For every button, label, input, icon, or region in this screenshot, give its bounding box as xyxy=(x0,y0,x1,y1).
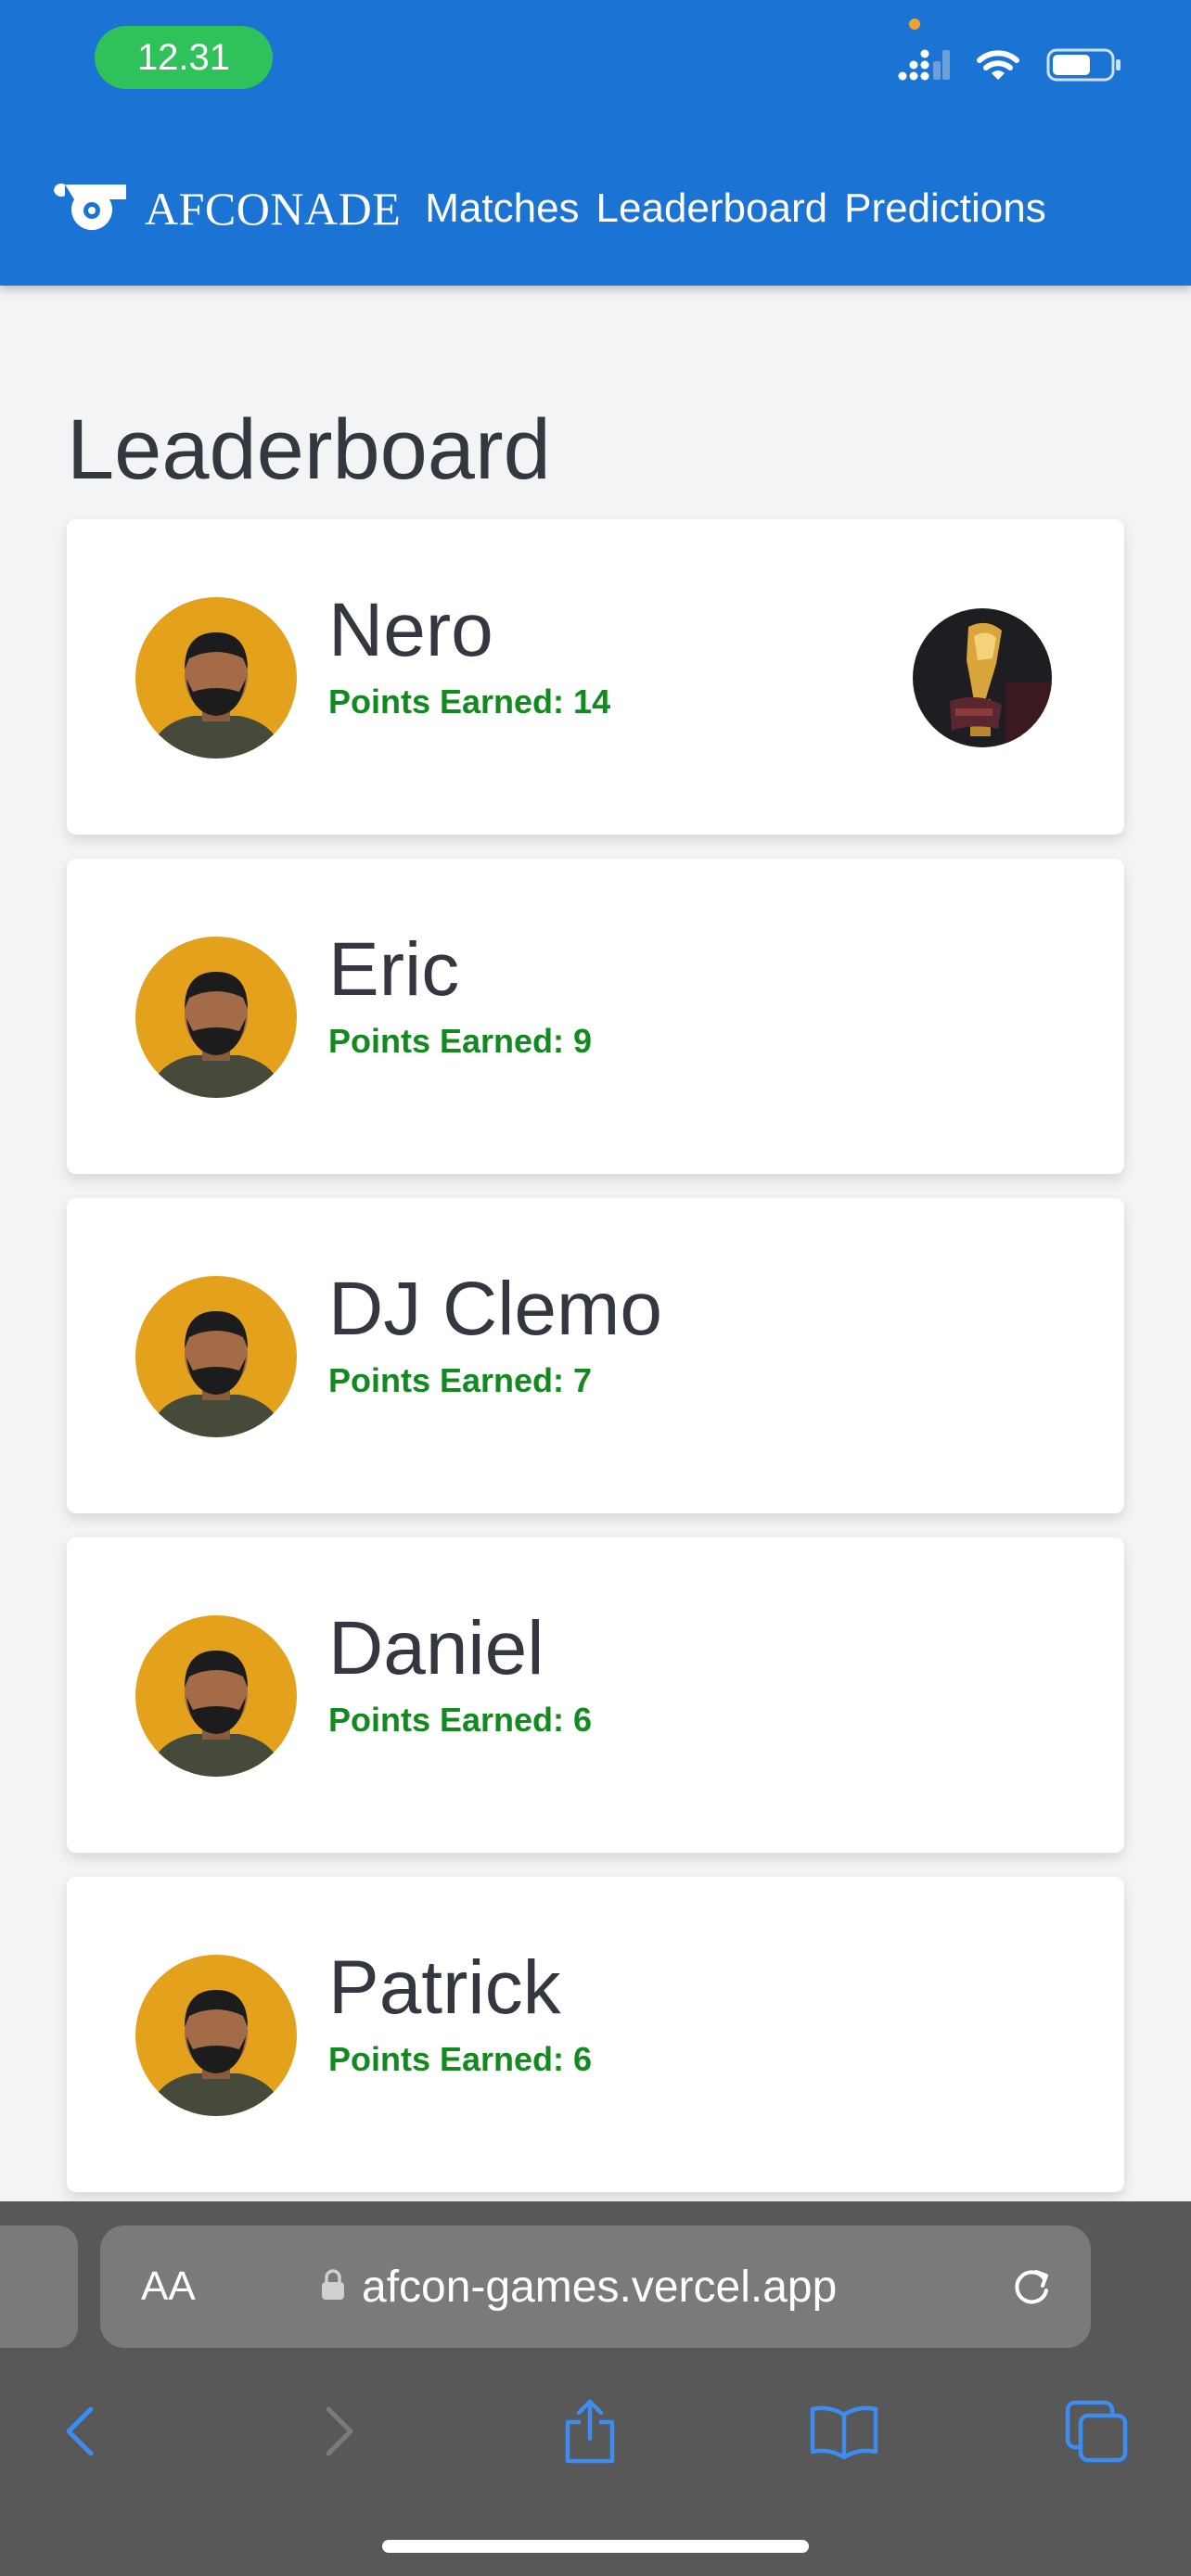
player-name: Patrick xyxy=(328,1945,561,2030)
points-earned: Points Earned: 6 xyxy=(328,1701,592,1740)
points-value: 6 xyxy=(573,1701,593,1739)
share-icon[interactable] xyxy=(553,2394,627,2468)
points-label: Points Earned: xyxy=(328,2040,574,2078)
points-value: 9 xyxy=(573,1022,593,1060)
points-value: 6 xyxy=(573,2040,593,2078)
battery-icon xyxy=(1046,47,1122,87)
nav-link-leaderboard[interactable]: Leaderboard xyxy=(596,185,828,232)
points-value: 7 xyxy=(573,1361,593,1399)
lock-icon xyxy=(321,2268,345,2305)
bookmarks-icon[interactable] xyxy=(807,2394,881,2468)
url-display: afcon-games.vercel.app xyxy=(321,2262,837,2313)
card-text: Nero Points Earned: 14 xyxy=(328,586,610,721)
leaderboard-card: Daniel Points Earned: 6 xyxy=(67,1537,1124,1853)
main-content: Leaderboard Nero Points Earned: 14 Eric … xyxy=(67,399,1124,2192)
trophy-avatar xyxy=(913,608,1052,747)
brand[interactable]: AFCONADE xyxy=(52,179,401,239)
leaderboard-card: Nero Points Earned: 14 xyxy=(67,519,1124,835)
app-header: 12.31 AFCONADE Matches Leaderboard Predi… xyxy=(0,0,1191,286)
player-name: DJ Clemo xyxy=(328,1267,662,1351)
leaderboard-list: Nero Points Earned: 14 Eric Points Earne… xyxy=(67,519,1124,2192)
points-earned: Points Earned: 9 xyxy=(328,1022,592,1061)
avatar xyxy=(135,1615,297,1777)
reload-icon[interactable] xyxy=(1007,2263,1056,2315)
browser-toolbar xyxy=(0,2394,1191,2487)
player-name: Eric xyxy=(328,927,460,1012)
points-label: Points Earned: xyxy=(328,1361,574,1399)
avatar xyxy=(135,937,297,1098)
points-earned: Points Earned: 7 xyxy=(328,1361,662,1400)
card-text: Patrick Points Earned: 6 xyxy=(328,1944,592,2079)
back-icon[interactable] xyxy=(43,2394,117,2468)
avatar xyxy=(135,1276,297,1437)
home-indicator xyxy=(382,2540,809,2553)
card-text: Daniel Points Earned: 6 xyxy=(328,1604,592,1740)
leaderboard-card: Eric Points Earned: 9 xyxy=(67,859,1124,1174)
browser-chrome: AA afcon-games.vercel.app xyxy=(0,2201,1191,2576)
privacy-indicator-dot xyxy=(909,19,920,30)
card-text: DJ Clemo Points Earned: 7 xyxy=(328,1265,662,1400)
player-name: Daniel xyxy=(328,1606,544,1690)
status-icons xyxy=(898,45,1122,89)
points-earned: Points Earned: 6 xyxy=(328,2040,592,2079)
forward-icon[interactable] xyxy=(302,2394,377,2468)
previous-tab-edge[interactable] xyxy=(0,2225,78,2348)
nav-link-predictions[interactable]: Predictions xyxy=(844,185,1046,232)
whistle-icon xyxy=(52,179,134,239)
status-time: 12.31 xyxy=(95,26,273,89)
nav-links: Matches Leaderboard Predictions xyxy=(425,185,1046,232)
leaderboard-card: Patrick Points Earned: 6 xyxy=(67,1877,1124,2192)
brand-name: AFCONADE xyxy=(145,183,402,235)
points-value: 14 xyxy=(573,682,611,721)
url-text: afcon-games.vercel.app xyxy=(362,2262,838,2312)
avatar xyxy=(135,597,297,759)
points-label: Points Earned: xyxy=(328,1701,574,1739)
address-bar[interactable]: AA afcon-games.vercel.app xyxy=(100,2225,1091,2348)
nav-link-matches[interactable]: Matches xyxy=(425,185,579,232)
player-name: Nero xyxy=(328,588,493,672)
top-nav: AFCONADE Matches Leaderboard Predictions xyxy=(0,167,1191,250)
card-text: Eric Points Earned: 9 xyxy=(328,925,592,1061)
points-label: Points Earned: xyxy=(328,682,574,721)
text-size-button[interactable]: AA xyxy=(141,2264,196,2310)
points-earned: Points Earned: 14 xyxy=(328,682,610,721)
tabs-icon[interactable] xyxy=(1059,2394,1133,2468)
page-title: Leaderboard xyxy=(67,402,551,497)
wifi-icon xyxy=(976,48,1020,86)
signal-icon xyxy=(898,48,950,86)
avatar xyxy=(135,1955,297,2116)
points-label: Points Earned: xyxy=(328,1022,574,1060)
status-bar: 12.31 xyxy=(0,0,1191,121)
leaderboard-card: DJ Clemo Points Earned: 7 xyxy=(67,1198,1124,1513)
